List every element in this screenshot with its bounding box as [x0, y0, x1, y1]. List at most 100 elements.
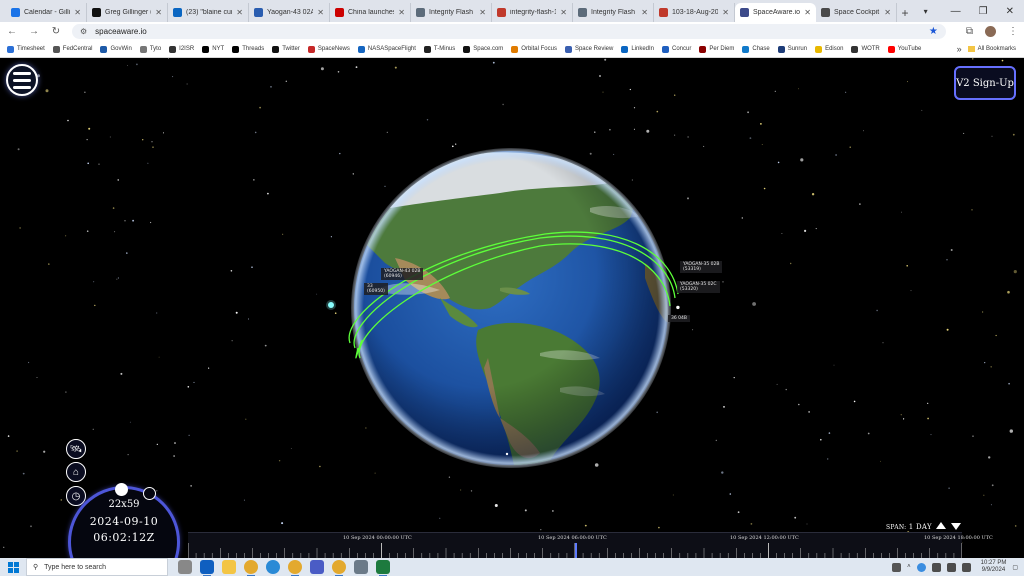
bookmark-item[interactable]: Tyto	[137, 45, 164, 53]
browser-tab[interactable]: Integrity Flash - ✕	[573, 3, 654, 22]
file-explorer-icon[interactable]	[222, 560, 236, 574]
address-bar[interactable]: ⚙ spaceaware.io ★	[72, 24, 946, 39]
bookmark-star-icon[interactable]: ★	[929, 26, 938, 37]
task-view-icon[interactable]	[178, 560, 192, 574]
home-icon[interactable]: ⌂	[66, 462, 86, 482]
browser-tab[interactable]: (23) "blaine curci ✕	[168, 3, 249, 22]
network-icon[interactable]	[931, 562, 941, 572]
bookmark-item[interactable]: LinkedIn	[618, 45, 657, 53]
bookmark-item[interactable]: SpaceNews	[305, 45, 353, 53]
bookmark-item[interactable]: Per Diem	[696, 45, 737, 53]
new-tab-button[interactable]: +	[897, 3, 913, 22]
tab-close-icon[interactable]: ✕	[884, 8, 891, 17]
span-decrease-icon[interactable]	[951, 523, 961, 530]
site-info-icon[interactable]: ⚙	[80, 27, 87, 36]
tab-close-icon[interactable]: ✕	[236, 8, 243, 17]
browser-tab[interactable]: Space Cockpit ✕	[816, 3, 897, 22]
bookmark-item[interactable]: Edison	[812, 45, 846, 53]
tab-close-icon[interactable]: ✕	[74, 8, 81, 17]
all-bookmarks-button[interactable]: All Bookmarks	[967, 46, 1020, 52]
teams-icon[interactable]	[310, 560, 324, 574]
bookmark-item[interactable]: Sunrun	[775, 45, 810, 53]
browser-tab[interactable]: Integrity Flash - ✕	[411, 3, 492, 22]
bookmark-item[interactable]: Threads	[229, 45, 267, 53]
ground-station-marker[interactable]	[505, 452, 509, 456]
chrome-icon[interactable]	[244, 560, 258, 576]
back-button[interactable]: ←	[6, 26, 18, 37]
browser-tab[interactable]: 103-18-Aug-2024✕	[654, 3, 735, 22]
browser-tab[interactable]: China launches m✕	[330, 3, 411, 22]
satellite-label[interactable]: 36 04B	[668, 315, 690, 322]
bookmark-item[interactable]: Space Review	[562, 45, 616, 53]
bookmark-item[interactable]: WOTR	[848, 45, 882, 53]
extensions-icon[interactable]: ⧉	[966, 26, 973, 37]
forward-button[interactable]: →	[28, 26, 40, 37]
taskbar-clock[interactable]: 10:27 PM 9/9/2024	[981, 560, 1007, 574]
main-menu-button[interactable]	[6, 64, 38, 96]
satellite-label[interactable]: 33 (60950)	[364, 283, 388, 295]
bookmark-item[interactable]: Concur	[659, 45, 694, 53]
browser-tab[interactable]: SpaceAware.io ✕	[735, 3, 816, 22]
profile-avatar[interactable]	[985, 26, 996, 37]
calculator-icon[interactable]	[354, 560, 368, 574]
tab-close-icon[interactable]: ✕	[641, 8, 648, 17]
globe-body	[351, 148, 671, 468]
timeline-bar[interactable]: 10 Sep 2024 00:00:00 UTC 10 Sep 2024 06:…	[188, 532, 993, 558]
bookmark-item[interactable]: FedCentral	[50, 45, 96, 53]
tab-close-icon[interactable]: ✕	[479, 8, 486, 17]
space-viewport[interactable]: YAOGAN-43 02B (60946) 33 (60950) YAOGAN-…	[0, 58, 1024, 558]
outlook-icon[interactable]	[200, 560, 214, 576]
earth-globe[interactable]	[0, 58, 1024, 558]
battery-icon[interactable]	[961, 562, 971, 572]
bookmark-item[interactable]: YouTube	[885, 45, 925, 53]
reload-button[interactable]: ↻	[50, 26, 62, 37]
bookmark-item[interactable]: Chase	[739, 45, 772, 53]
bookmark-item[interactable]: T-Minus	[421, 45, 458, 53]
satellite-label[interactable]: YAOGAN-35 02C (53320)	[677, 281, 720, 293]
close-window-icon[interactable]: ✕	[1006, 6, 1014, 17]
tab-close-icon[interactable]: ✕	[398, 8, 405, 17]
volume-icon[interactable]	[946, 562, 956, 572]
browser-tab[interactable]: Calendar - Gillinger ✕	[6, 3, 87, 22]
taskbar-search[interactable]: ⚲ Type here to search	[26, 558, 168, 576]
bookmark-favicon-icon	[887, 45, 895, 53]
satellite-label[interactable]: YAOGAN-35 02B (53319)	[680, 261, 723, 273]
satellite-icon[interactable]: 🛰	[66, 439, 86, 459]
dial-knob-start[interactable]	[115, 483, 128, 496]
tab-close-icon[interactable]: ✕	[155, 8, 162, 17]
bookmark-item[interactable]: NASASpaceFlight	[355, 45, 419, 53]
span-increase-icon[interactable]	[936, 522, 946, 529]
bookmark-item[interactable]: Space.com	[460, 45, 506, 53]
browser-menu-icon[interactable]: ⋮	[1008, 26, 1018, 37]
browser-tab[interactable]: Yaogan-43 02A - ✕	[249, 3, 330, 22]
browser-tab[interactable]: integrity-flash-10 ✕	[492, 3, 573, 22]
tab-close-icon[interactable]: ✕	[722, 8, 729, 17]
bookmark-item[interactable]: NYT	[199, 45, 227, 53]
browser-tab[interactable]: Greg Gillinger (@ ✕	[87, 3, 168, 22]
chrome-profile-icon[interactable]	[288, 560, 302, 576]
tab-close-icon[interactable]: ✕	[317, 8, 324, 17]
tab-favicon-icon	[497, 8, 506, 17]
notifications-icon[interactable]: ▢	[1012, 564, 1018, 571]
minimize-icon[interactable]: —	[951, 6, 961, 17]
more-bookmarks-icon[interactable]: »	[953, 44, 966, 54]
chevron-up-icon[interactable]: ˄	[907, 564, 911, 570]
bookmark-item[interactable]: Timesheet	[4, 45, 48, 53]
maximize-icon[interactable]: ❐	[979, 6, 988, 17]
bookmark-item[interactable]: Twitter	[269, 45, 303, 53]
edge-icon[interactable]	[266, 560, 280, 574]
keyboard-icon[interactable]	[892, 562, 902, 572]
timeline-cursor[interactable]	[575, 543, 577, 558]
excel-icon[interactable]	[376, 560, 390, 576]
cloud-icon[interactable]	[916, 562, 926, 572]
satellite-label[interactable]: YAOGAN-43 02B (60946)	[381, 268, 424, 280]
signup-button[interactable]: V2 Sign-Up	[954, 66, 1016, 100]
tab-search-icon[interactable]: ▾	[919, 4, 933, 18]
bookmark-item[interactable]: I2ISR	[166, 45, 197, 53]
bookmark-item[interactable]: GovWin	[97, 45, 134, 53]
chrome-app-icon[interactable]	[332, 560, 346, 576]
tab-close-icon[interactable]: ✕	[804, 8, 811, 17]
windows-start-icon[interactable]	[0, 558, 26, 576]
bookmark-item[interactable]: Orbital Focus	[508, 45, 560, 53]
tab-close-icon[interactable]: ✕	[560, 8, 567, 17]
